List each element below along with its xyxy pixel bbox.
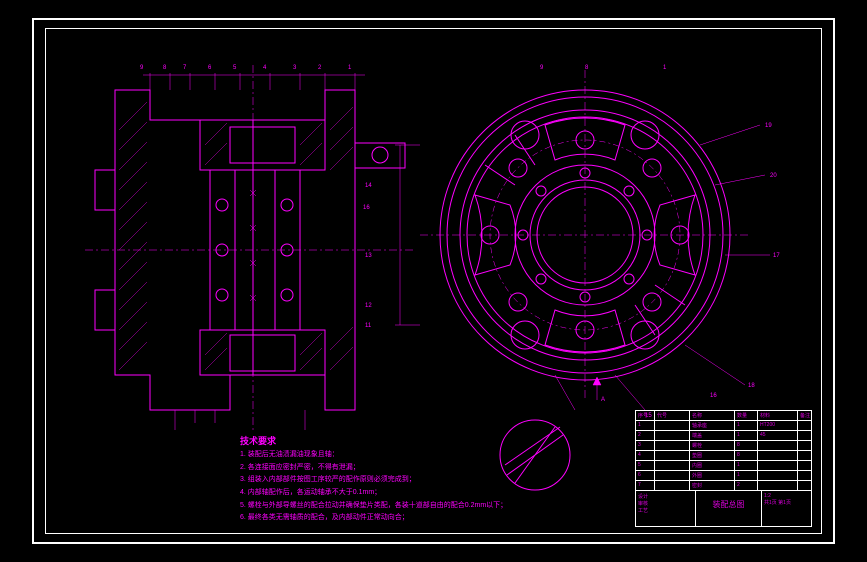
tb-r5-4 [758,461,798,470]
cad-viewport[interactable]: 9 8 7 6 5 4 3 2 1 9 8 1 19 20 17 18 16 1… [0,0,867,562]
tb-r7-0: 7 [636,481,655,490]
callout-1: 1 [348,65,351,71]
tb-h-name: 名称 [690,411,735,420]
tb-page: 共1页 第1页 [764,499,809,506]
tech-req-1: 1. 装配后无油渍漏油现象且轴： [240,449,507,462]
callout-18: 18 [748,383,755,389]
tb-r6-5 [798,471,811,480]
callout-9: 9 [140,65,143,71]
callout-11: 11 [365,323,371,329]
callout-19: 19 [765,123,772,129]
tb-r4-4 [758,451,798,460]
tb-r5-5 [798,461,811,470]
callout-12: 12 [365,303,372,309]
tb-r1-3: 1 [735,421,758,430]
tb-r5-0: 5 [636,461,655,470]
tb-r5-1 [655,461,690,470]
callout-8: 8 [163,65,166,71]
callout-7: 7 [183,65,186,71]
tb-r6-1 [655,471,690,480]
tb-r4-1 [655,451,690,460]
tb-r4-2: 垫圈 [690,451,735,460]
tb-r3-4 [758,441,798,450]
tb-h-note: 备注 [798,411,811,420]
tb-r1-0: 1 [636,421,655,430]
tb-h-seq: 序号 [636,411,655,420]
tb-r7-1 [655,481,690,490]
tb-r3-2: 螺栓 [690,441,735,450]
drawing-canvas: 9 8 7 6 5 4 3 2 1 9 8 1 19 20 17 18 16 1… [55,35,812,527]
callout-r16: 16 [710,393,717,399]
tb-r7-4 [758,481,798,490]
tb-r1-2: 轴承座 [690,421,735,430]
callout-2: 2 [318,65,321,71]
tech-req-title: 技术要求 [240,433,507,449]
tb-r3-1 [655,441,690,450]
tb-r2-1 [655,431,690,440]
title-block-bottom: 设计 审核 工艺 装配总图 1:2 共1页 第1页 [636,490,811,526]
tech-req-2: 2. 各连接面应密封严密，不得有泄漏； [240,462,507,475]
tb-r1-1 [655,421,690,430]
callout-6: 6 [208,65,211,71]
callout-4: 4 [263,65,266,71]
tb-r5-2: 内圈 [690,461,735,470]
tech-req-5: 5. 螺栓与外部导螺丝的配合拉动并确保垫片类配，各装十道部自由的配合0.2mm以… [240,500,507,513]
tb-r1-5 [798,421,811,430]
tb-h-qty: 数量 [735,411,758,420]
tb-r5-3: 1 [735,461,758,470]
callout-5: 5 [233,65,236,71]
tb-r3-5 [798,441,811,450]
tb-r2-0: 2 [636,431,655,440]
tb-proc: 工艺 [638,507,693,514]
tb-r1-4: HT200 [758,421,798,430]
callout-14: 14 [365,183,372,189]
drawing-title: 装配总图 [696,491,762,526]
callout-13: 13 [365,253,372,259]
tb-r6-4 [758,471,798,480]
tech-req-6: 6. 最终各类无需轴质的配合，及内部动件正常动向合； [240,512,507,525]
tb-r6-0: 6 [636,471,655,480]
tb-check: 审核 [638,500,693,507]
tb-h-code: 代号 [655,411,690,420]
tech-req-3: 3. 组装入内部部件按图工序较严的配作原则必须完成到； [240,474,507,487]
callout-16: 16 [363,205,370,211]
tb-r4-5 [798,451,811,460]
tb-r6-3: 1 [735,471,758,480]
tb-r2-3: 1 [735,431,758,440]
tb-design: 设计 [638,493,693,500]
callout-r1: 1 [663,65,666,71]
tb-r2-2: 端盖 [690,431,735,440]
section-arrow-label: A [601,397,605,403]
tech-req-4: 4. 内部轴配作后，各运动轴承不大于0.1mm； [240,487,507,500]
tb-r7-5 [798,481,811,490]
tb-r3-3: 8 [735,441,758,450]
technical-requirements: 技术要求 1. 装配后无油渍漏油现象且轴： 2. 各连接面应密封严密，不得有泄漏… [240,433,507,525]
tb-r6-2: 外圈 [690,471,735,480]
tb-r4-3: 8 [735,451,758,460]
callout-20: 20 [770,173,777,179]
title-block: 序号 代号 名称 数量 材料 备注 1轴承座1HT200 2端盖145 3螺栓8… [635,410,812,527]
tb-r2-4: 45 [758,431,798,440]
callout-r8: 8 [585,65,588,71]
tb-r7-2: 密封 [690,481,735,490]
callout-3: 3 [293,65,296,71]
callout-r9: 9 [540,65,543,71]
tb-r3-0: 3 [636,441,655,450]
tb-r2-5 [798,431,811,440]
tb-h-mat: 材料 [758,411,798,420]
tb-r7-3: 2 [735,481,758,490]
callout-17: 17 [773,253,780,259]
tb-r4-0: 4 [636,451,655,460]
